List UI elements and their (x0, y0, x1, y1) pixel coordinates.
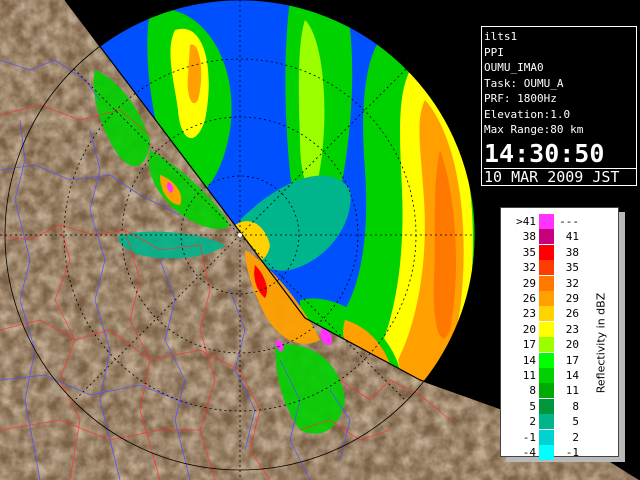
legend-high-value: --- (559, 215, 579, 228)
legend-color-swatch (539, 398, 554, 414)
legend-row: 14 17 (506, 352, 579, 369)
legend-row: 17 20 (506, 337, 579, 353)
legend-high-value: 26 (565, 307, 579, 321)
legend-color-swatch (539, 260, 554, 276)
legend-color-swatch (539, 337, 554, 353)
legend-row: 32 35 (506, 260, 579, 276)
task-name: Task: OUMU_A (484, 76, 564, 90)
legend-low-value: 35 (522, 245, 536, 259)
legend-low-value: 11 (522, 369, 536, 382)
legend-high-value: 2 (572, 430, 579, 444)
legend-high-value: 20 (565, 338, 579, 352)
legend-low-value: >41 (516, 215, 536, 228)
legend-high-value: 11 (565, 384, 579, 398)
radar-name: ilts1 (484, 30, 518, 43)
legend-high-value: 23 (565, 322, 579, 336)
legend-color-swatch (539, 306, 554, 322)
legend-high-value: -1 (565, 446, 579, 459)
radar-site-marker (238, 233, 242, 237)
legend-low-value: 29 (522, 276, 536, 290)
scan-info-panel: ilts1 PPI OUMU_IMA0 Task: OUMU_A PRF: 18… (481, 26, 637, 186)
legend-row: 38 41 (506, 229, 579, 245)
legend-color-swatch (539, 414, 554, 430)
legend-high-value: 29 (565, 292, 579, 305)
legend-row: 23 26 (506, 306, 579, 322)
legend-low-value: 17 (522, 338, 536, 352)
legend-high-value: 35 (565, 261, 579, 275)
legend-row: >41 --- (506, 214, 579, 230)
legend-row: 20 23 (506, 321, 579, 338)
legend-high-value: 5 (572, 415, 579, 429)
legend-color-swatch (539, 291, 554, 306)
legend-low-value: -4 (522, 446, 536, 459)
legend-row: 25 (506, 414, 579, 430)
legend-high-value: 41 (565, 230, 579, 244)
legend-row: -4 -1 (506, 445, 579, 461)
legend-row: 11 14 (506, 368, 579, 384)
legend-row: 29 32 (506, 275, 579, 292)
legend-low-value: -1 (522, 430, 536, 444)
legend-color-swatch (539, 445, 554, 460)
legend-color-swatch (539, 429, 554, 445)
scan-time: 14:30:50 (484, 138, 605, 168)
legend-title: Reflectivity in dBZ (594, 292, 608, 394)
legend-low-value: 14 (522, 353, 536, 367)
legend-color-swatch (539, 275, 554, 291)
legend-title-container: Reflectivity in dBZ (587, 278, 615, 408)
legend-low-value: 38 (522, 230, 536, 244)
legend-row: -1 2 (506, 429, 579, 446)
legend-color-swatch (539, 321, 554, 337)
scan-date: 10 MAR 2009 JST (484, 167, 636, 186)
legend-color-swatch (539, 244, 554, 260)
reflectivity-legend: >41 --- 38 41 35 38 32 35 29 32 26 29 23 26 20 23 17 20 14… (500, 207, 619, 460)
legend-low-value: 8 (529, 384, 536, 398)
scan-type: PPI (484, 45, 504, 59)
legend-color-swatch (539, 214, 554, 229)
prf-value: PRF: 1800Hz (484, 92, 557, 105)
legend-row: 8 11 (506, 383, 579, 399)
legend-high-value: 8 (572, 399, 579, 413)
legend-low-value: 2 (529, 415, 536, 429)
legend-high-value: 17 (565, 353, 579, 367)
legend-low-value: 5 (529, 399, 536, 413)
legend-low-value: 20 (522, 322, 536, 336)
legend-color-swatch (539, 383, 554, 399)
legend-high-value: 32 (565, 276, 579, 290)
legend-low-value: 23 (522, 307, 536, 321)
elevation-value: Elevation:1.0 (484, 107, 571, 121)
legend-color-swatch (539, 352, 554, 368)
legend-low-value: 26 (522, 292, 536, 305)
max-range-value: Max Range:80 km (484, 123, 584, 136)
legend-row: 35 38 (506, 244, 579, 261)
legend-row: 58 (506, 398, 579, 415)
legend-row: 26 29 (506, 291, 579, 307)
legend-low-value: 32 (522, 261, 536, 275)
legend-high-value: 14 (565, 369, 579, 382)
legend-color-swatch (539, 368, 554, 383)
legend-color-swatch (539, 229, 554, 245)
site-name: OUMU_IMA0 (484, 61, 544, 74)
legend-high-value: 38 (565, 245, 579, 259)
